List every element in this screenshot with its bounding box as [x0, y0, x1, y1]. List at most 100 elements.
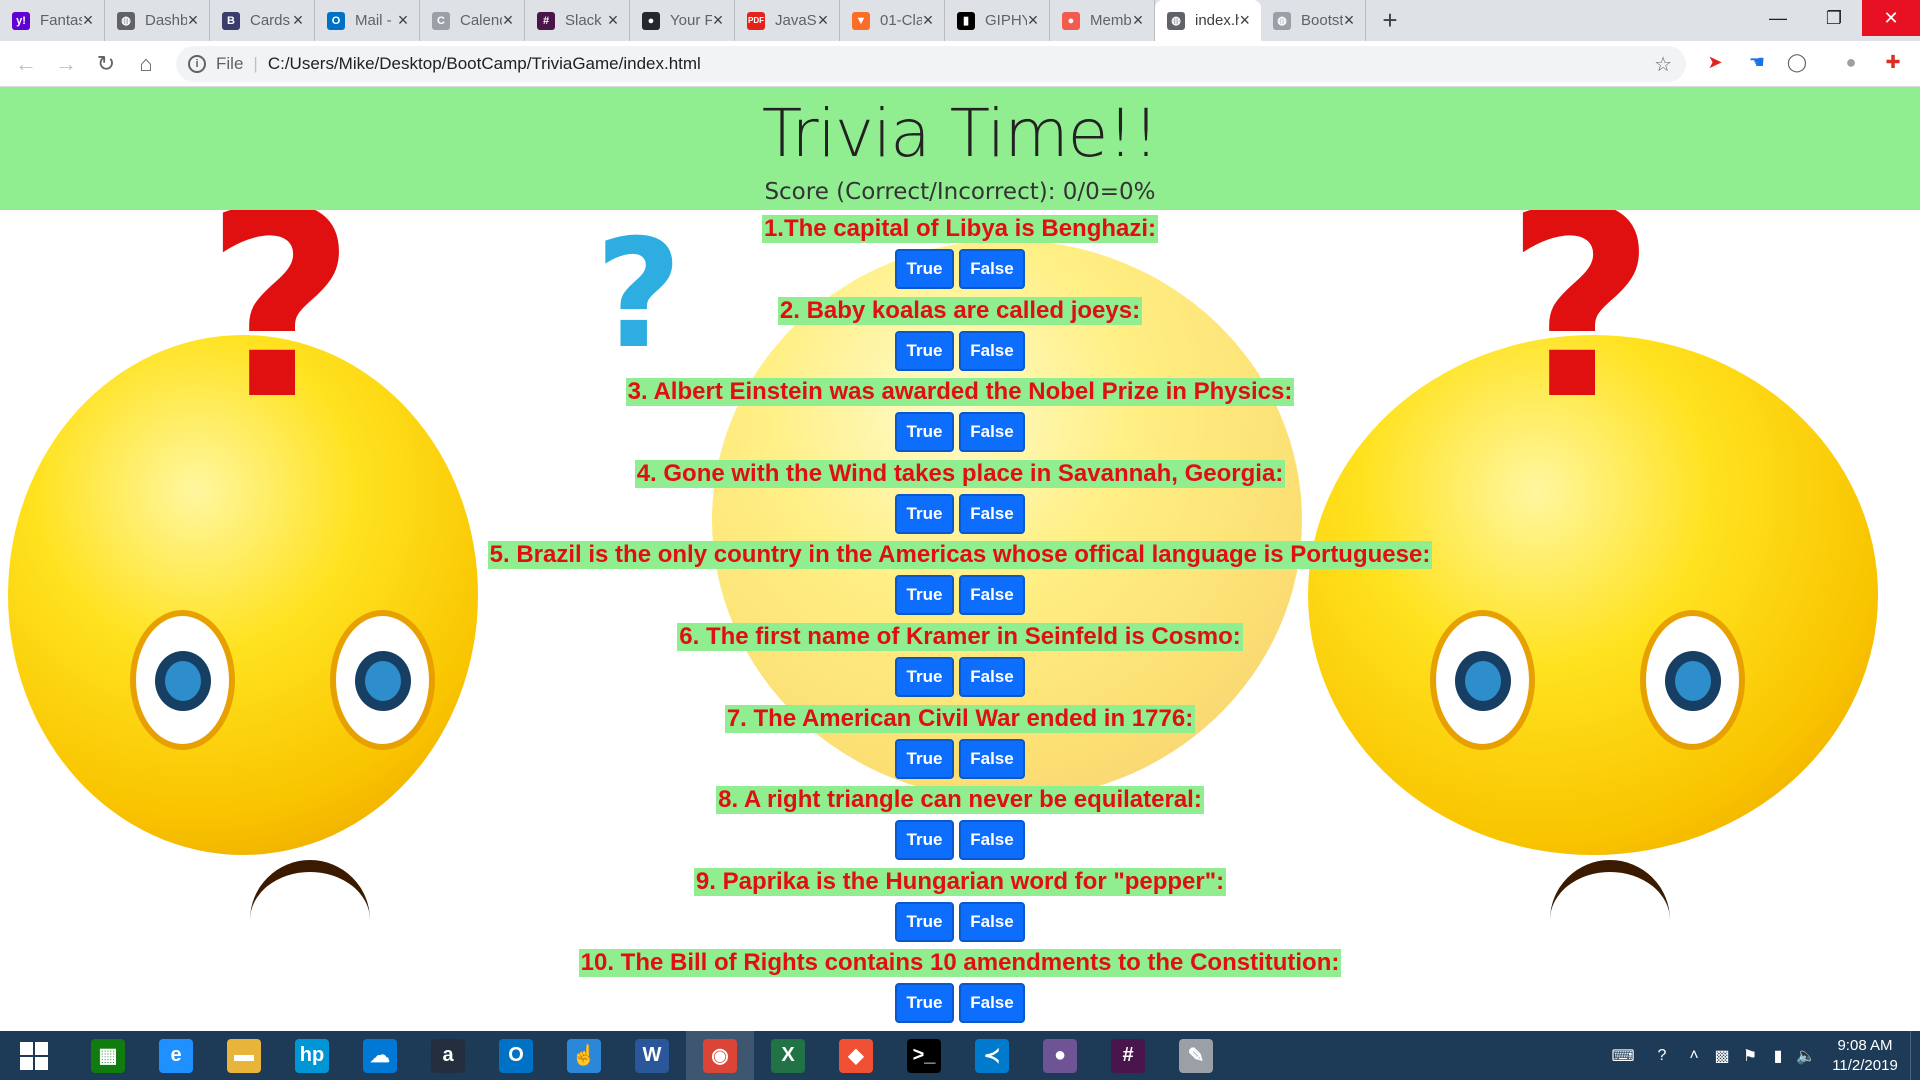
profile-avatar-icon[interactable]: ●	[1838, 49, 1864, 75]
browser-tab[interactable]: ● Your Fo×	[630, 0, 735, 41]
close-tab-icon[interactable]: ×	[1027, 10, 1039, 31]
question-text: 5. Brazil is the only country in the Ame…	[487, 541, 1433, 570]
close-tab-icon[interactable]: ×	[82, 10, 94, 31]
taskbar-app[interactable]: W	[618, 1031, 686, 1080]
false-button[interactable]: False	[959, 820, 1025, 861]
close-tab-icon[interactable]: ×	[817, 10, 829, 31]
pinned-apps: ▦ e ▬ hp ☁ a O ☝ W ◉ X ◆ >_ ≺ ● # ✎	[74, 1031, 1230, 1080]
bootcamp-b-icon: B	[222, 11, 240, 30]
false-button[interactable]: False	[959, 412, 1025, 453]
chrome-icon: ◉	[703, 1038, 737, 1073]
forward-arrow-icon[interactable]: →	[46, 44, 86, 84]
taskbar-app[interactable]: >_	[890, 1031, 958, 1080]
false-button[interactable]: False	[959, 901, 1025, 942]
taskbar-app[interactable]: ◆	[822, 1031, 890, 1080]
close-tab-icon[interactable]: ×	[712, 10, 724, 31]
close-tab-icon[interactable]: ×	[502, 10, 514, 31]
false-button[interactable]: False	[959, 249, 1025, 289]
browser-tab[interactable]: # Slack | ×	[525, 0, 630, 41]
close-tab-icon[interactable]: ×	[397, 10, 409, 31]
true-button[interactable]: True	[895, 493, 954, 534]
false-button[interactable]: False	[959, 983, 1025, 1024]
taskbar-app[interactable]: e	[142, 1031, 210, 1080]
browser-tab[interactable]: ▮ GIPHY ×	[945, 0, 1050, 41]
answer-buttons: True False	[0, 493, 1920, 534]
close-tab-icon[interactable]: ×	[922, 10, 934, 31]
close-window-button[interactable]: ✕	[1862, 0, 1920, 36]
show-hidden-icons-icon[interactable]: ˄	[1680, 1047, 1708, 1065]
true-button[interactable]: True	[895, 656, 954, 697]
true-button[interactable]: True	[895, 738, 954, 779]
battery-icon[interactable]: ▮	[1764, 1046, 1792, 1066]
taskbar-app[interactable]: a	[414, 1031, 482, 1080]
false-button[interactable]: False	[959, 575, 1025, 616]
question-item: 6. The first name of Kramer in Seinfeld …	[0, 621, 1920, 703]
true-button[interactable]: True	[895, 575, 954, 616]
home-icon[interactable]: ⌂	[126, 44, 166, 84]
page-viewport: ? ? ? Trivia Time!! Score (Correct/Incor…	[0, 87, 1920, 1031]
close-tab-icon[interactable]: ×	[1343, 10, 1355, 31]
help-icon[interactable]: ?	[1644, 1047, 1680, 1065]
minimize-button[interactable]: —	[1750, 0, 1806, 36]
volume-icon[interactable]: 🔈	[1792, 1046, 1820, 1066]
back-arrow-icon[interactable]: ←	[6, 44, 46, 84]
close-tab-icon[interactable]: ×	[1239, 10, 1251, 31]
new-tab-button[interactable]: +	[1366, 0, 1414, 41]
close-tab-icon[interactable]: ×	[292, 10, 304, 31]
browser-tab[interactable]: B Cards ×	[210, 0, 315, 41]
windows-start-icon[interactable]	[0, 1031, 68, 1080]
true-button[interactable]: True	[895, 249, 954, 289]
close-tab-icon[interactable]: ×	[607, 10, 619, 31]
extension-cursor-icon[interactable]: ☚	[1744, 49, 1770, 75]
extension-arrow-icon[interactable]: ➤	[1702, 49, 1728, 75]
keyboard-icon[interactable]: ⌨	[1602, 1046, 1644, 1066]
question-text: 10. The Bill of Rights contains 10 amend…	[578, 949, 1342, 978]
browser-tab[interactable]: ◍ index.h ×	[1155, 0, 1261, 41]
browser-tab[interactable]: ● Memb ×	[1050, 0, 1155, 41]
extension-circle-icon[interactable]: ◯	[1784, 49, 1810, 75]
taskbar-app[interactable]: ☁	[346, 1031, 414, 1080]
taskbar-app[interactable]: ▬	[210, 1031, 278, 1080]
terminal-icon: >_	[907, 1038, 941, 1073]
reload-icon[interactable]: ↻	[86, 44, 126, 84]
true-button[interactable]: True	[895, 820, 954, 861]
browser-tab[interactable]: PDF JavaScr×	[735, 0, 840, 41]
maximize-button[interactable]: ❐	[1806, 0, 1862, 36]
taskbar-app[interactable]: ✎	[1162, 1031, 1230, 1080]
network-icon[interactable]: ▩	[1708, 1046, 1736, 1066]
taskbar-app[interactable]: ≺	[958, 1031, 1026, 1080]
false-button[interactable]: False	[959, 656, 1025, 697]
browser-tab[interactable]: O Mail - ×	[315, 0, 420, 41]
taskbar-app[interactable]: ☝	[550, 1031, 618, 1080]
info-icon[interactable]: i	[188, 55, 206, 73]
false-button[interactable]: False	[959, 738, 1025, 779]
browser-tab[interactable]: ◍ Dashboard×	[105, 0, 210, 41]
url-text[interactable]: C:/Users/Mike/Desktop/BootCamp/TriviaGam…	[268, 54, 701, 74]
question-text: 3. Albert Einstein was awarded the Nobel…	[625, 378, 1295, 407]
taskbar-app[interactable]: X	[754, 1031, 822, 1080]
true-button[interactable]: True	[895, 983, 954, 1024]
taskbar-app[interactable]: O	[482, 1031, 550, 1080]
taskbar-app[interactable]: ▦	[74, 1031, 142, 1080]
bookmark-star-icon[interactable]: ☆	[1654, 52, 1672, 77]
show-desktop-button[interactable]	[1910, 1031, 1920, 1080]
taskbar-app[interactable]: ●	[1026, 1031, 1094, 1080]
browser-tab[interactable]: ◍ Bootstr×	[1261, 0, 1366, 41]
flag-icon[interactable]: ⚑	[1736, 1046, 1764, 1066]
browser-tab[interactable]: ▼ 01-Clas×	[840, 0, 945, 41]
false-button[interactable]: False	[959, 330, 1025, 371]
clock[interactable]: 9:08 AM 11/2/2019	[1820, 1036, 1910, 1076]
taskbar-app[interactable]: #	[1094, 1031, 1162, 1080]
close-tab-icon[interactable]: ×	[1132, 10, 1144, 31]
update-menu-icon[interactable]: ✚	[1880, 49, 1906, 75]
browser-tab[interactable]: C Calendar×	[420, 0, 525, 41]
true-button[interactable]: True	[895, 330, 954, 371]
true-button[interactable]: True	[895, 412, 954, 453]
address-bar[interactable]: i File | C:/Users/Mike/Desktop/BootCamp/…	[176, 46, 1686, 82]
close-tab-icon[interactable]: ×	[187, 10, 199, 31]
false-button[interactable]: False	[959, 493, 1025, 534]
true-button[interactable]: True	[895, 901, 954, 942]
taskbar-app[interactable]: hp	[278, 1031, 346, 1080]
taskbar-app[interactable]: ◉	[686, 1031, 754, 1080]
browser-tab[interactable]: y! Fantasy×	[0, 0, 105, 41]
